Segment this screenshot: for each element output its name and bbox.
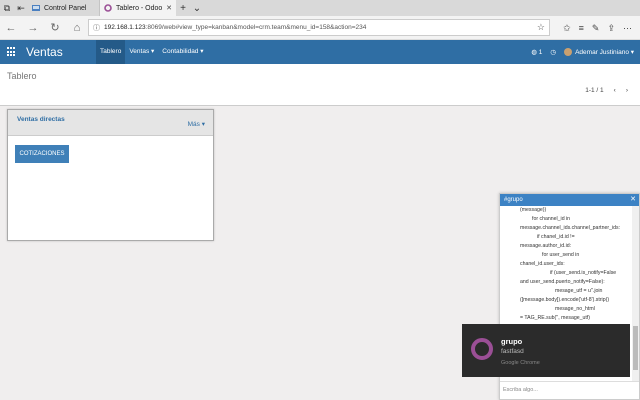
tab-actions-icon[interactable]: ⧉ [0,0,14,16]
odoo-icon [104,4,112,12]
close-tab-icon[interactable]: ✕ [166,4,172,12]
chat-line: for channel_id in [532,216,571,222]
notification-source: Google Chrome [501,360,540,366]
messages-count: 1 [538,49,543,56]
back-icon[interactable]: ← [0,22,22,34]
activities-icon[interactable]: ◷ [550,48,556,56]
close-chat-icon[interactable]: ✕ [630,194,636,206]
page-title: Tablero [7,71,37,81]
card-title[interactable]: Ventas directas [17,116,65,123]
chat-line: if (user_send.is_notify=False [550,270,617,276]
chat-line: message.channel_ids.channel_partner_ids: [520,225,621,231]
chat-header[interactable]: #grupo ✕ [500,194,639,206]
url-host: 192.168.1.123 [104,24,146,31]
avatar [564,48,573,57]
menu-contabilidad[interactable]: Contabilidad ▾ [158,40,207,64]
chat-icon: ◍ [531,49,537,56]
chat-line: for user_send in [542,252,580,258]
info-icon: ⓘ [93,24,100,32]
url-field[interactable]: ⓘ 192.168.1.123:8069/web#view_type=kanba… [88,19,550,36]
chat-line: mesage_utf = u''.join [555,288,603,294]
odoo-logo-icon [471,338,493,360]
chat-input[interactable]: Escriba algo... [500,381,639,399]
favorites-icon[interactable]: ✩ [563,23,571,34]
menu-tablero[interactable]: Tablero [96,40,126,64]
chat-line: = TAG_RE.sub('', mesage_utf) [520,315,590,321]
notes-icon[interactable]: ✎ [592,23,600,34]
favorite-star-icon[interactable]: ☆ [537,22,545,33]
new-tab-icon[interactable]: + [176,3,190,14]
scroll-thumb[interactable] [633,326,638,370]
chat-line: mesage_no_html [555,306,595,312]
more-dropdown[interactable]: Más ▾ [188,120,205,128]
home-icon[interactable]: ⌂ [66,22,88,34]
chat-line: if chanel_id.id != [537,234,575,240]
user-menu[interactable]: Ademar Justiniano ▾ [564,48,634,57]
pager: 1-1 / 1 ‹ › [585,87,628,94]
share-icon[interactable]: ⇪ [607,23,615,34]
notification-text: grupo fastfasd Google Chrome [501,324,540,366]
tab-back-icon[interactable]: ⇤ [14,0,28,16]
chat-line: ([message.body]).encode('utf-8').strip() [520,297,610,303]
tab-title: Control Panel [44,4,87,12]
pager-value[interactable]: 1-1 / 1 [585,87,603,94]
menu-ventas[interactable]: Ventas ▾ [125,40,158,64]
notification-message: fastfasd [501,348,524,355]
pager-next-icon[interactable]: › [626,87,628,94]
messages-button[interactable]: ◍ 1 [531,48,542,56]
chat-line: message.author_id.id: [520,243,572,249]
card-header: Ventas directas Más ▾ [8,110,213,136]
chat-scrollbar[interactable] [632,206,639,382]
pager-prev-icon[interactable]: ‹ [614,87,616,94]
tab-list-chevron-icon[interactable]: ⌄ [190,3,204,14]
control-panel-icon [32,5,40,11]
odoo-navbar: Ventas Tablero Ventas ▾ Contabilidad ▾ ◍… [0,40,640,64]
chat-line: and user_send.puerto_notify=False): [520,279,605,285]
user-name: Ademar Justiniano ▾ [575,48,634,56]
sales-team-card: Ventas directas Más ▾ COTIZACIONES [7,109,214,241]
browser-toolbar: ✩ ≡ ✎ ⇪ ⋯ [563,16,632,40]
desktop-notification[interactable]: grupo fastfasd Google Chrome [462,324,630,377]
control-panel: Tablero 1-1 / 1 ‹ › [0,64,640,106]
app-brand: Ventas [26,45,63,59]
more-icon[interactable]: ⋯ [623,23,632,34]
forward-icon[interactable]: → [22,22,44,34]
chat-line: (message)) [520,207,547,213]
tab-title: Tablero - Odoo [116,4,163,12]
browser-tab-odoo[interactable]: Tablero - Odoo ✕ [100,0,176,16]
reading-list-icon[interactable]: ≡ [579,23,584,33]
notification-title: grupo [501,337,523,346]
address-bar-row: ← → ↻ ⌂ ⓘ 192.168.1.123:8069/web#view_ty… [0,16,640,40]
navbar-right: ◍ 1 ◷ Ademar Justiniano ▾ [531,40,634,64]
url-path: :8069/web#view_type=kanban&model=crm.tea… [145,24,367,31]
refresh-icon[interactable]: ↻ [44,21,66,34]
browser-tab-control-panel[interactable]: Control Panel [28,0,100,16]
quotations-button[interactable]: COTIZACIONES [15,145,69,163]
browser-tab-strip: ⧉ ⇤ Control Panel Tablero - Odoo ✕ + ⌄ [0,0,640,16]
chat-title: #grupo [504,197,523,203]
chat-line: chanel_id.user_ids: [520,261,565,267]
top-menu: Tablero Ventas ▾ Contabilidad ▾ [96,40,208,64]
apps-menu-icon[interactable] [7,47,17,57]
